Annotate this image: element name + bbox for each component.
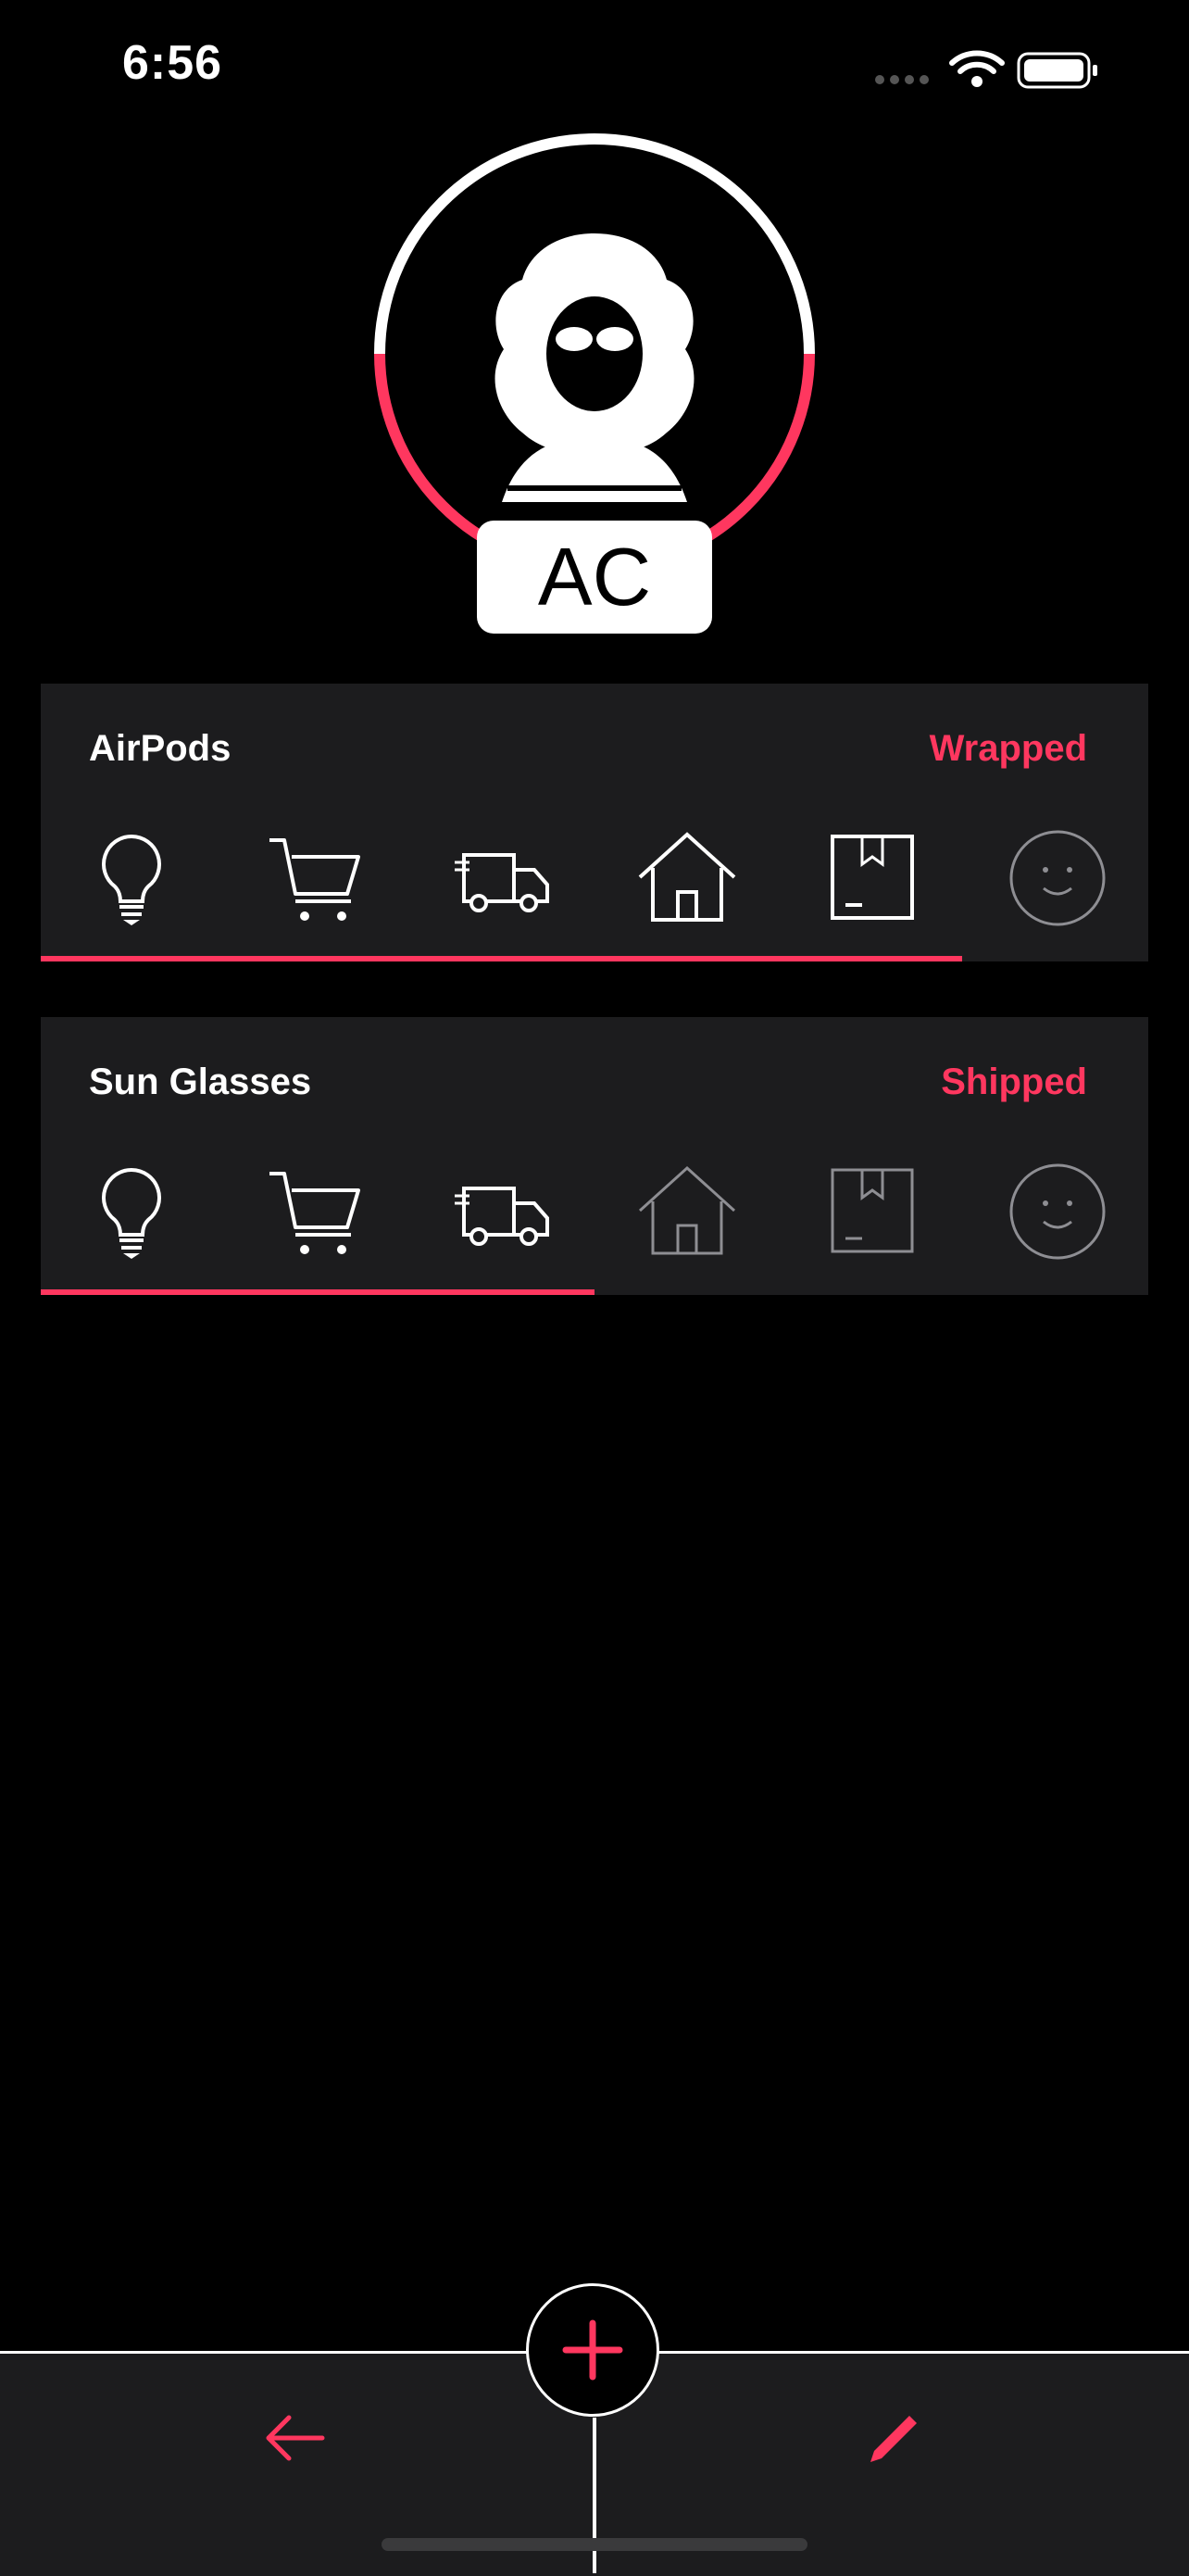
pencil-icon bbox=[870, 2416, 917, 2462]
status-icons bbox=[870, 44, 1111, 91]
order-card[interactable]: Sun Glasses Shipped bbox=[41, 1017, 1148, 1295]
box-icon bbox=[817, 1156, 928, 1267]
house-icon bbox=[632, 823, 743, 934]
smiley-icon bbox=[1002, 823, 1113, 934]
order-status: Shipped bbox=[941, 1062, 1087, 1102]
order-progress-bar bbox=[41, 956, 962, 961]
arrow-left-icon bbox=[266, 2415, 325, 2461]
profile-avatar[interactable]: AC bbox=[372, 132, 817, 634]
edit-button[interactable] bbox=[848, 2392, 941, 2484]
status-bar: 6:56 bbox=[0, 0, 1189, 139]
order-name: Sun Glasses bbox=[89, 1062, 312, 1102]
smiley-icon bbox=[1002, 1156, 1113, 1267]
order-steps bbox=[41, 1156, 1148, 1267]
plus-icon bbox=[562, 2319, 623, 2381]
lightbulb-icon bbox=[76, 1156, 187, 1267]
woman-silhouette-icon bbox=[494, 233, 695, 502]
order-progress-bar bbox=[41, 1289, 594, 1295]
signal-wifi-battery-icon bbox=[875, 50, 1097, 89]
order-steps bbox=[41, 823, 1148, 934]
lightbulb-icon bbox=[76, 823, 187, 934]
order-card[interactable]: AirPods Wrapped bbox=[41, 684, 1148, 961]
cart-icon bbox=[261, 823, 372, 934]
order-status: Wrapped bbox=[929, 728, 1087, 769]
avatar-progress-ring bbox=[374, 133, 815, 574]
cart-icon bbox=[261, 1156, 372, 1267]
order-name: AirPods bbox=[89, 728, 232, 769]
box-icon bbox=[817, 823, 928, 934]
avatar-initials: AC bbox=[477, 521, 712, 634]
truck-icon bbox=[446, 823, 557, 934]
status-time: 6:56 bbox=[122, 36, 223, 90]
add-button[interactable] bbox=[526, 2283, 659, 2417]
back-button[interactable] bbox=[248, 2392, 341, 2484]
home-indicator bbox=[382, 2538, 807, 2551]
house-icon bbox=[632, 1156, 743, 1267]
truck-icon bbox=[446, 1156, 557, 1267]
